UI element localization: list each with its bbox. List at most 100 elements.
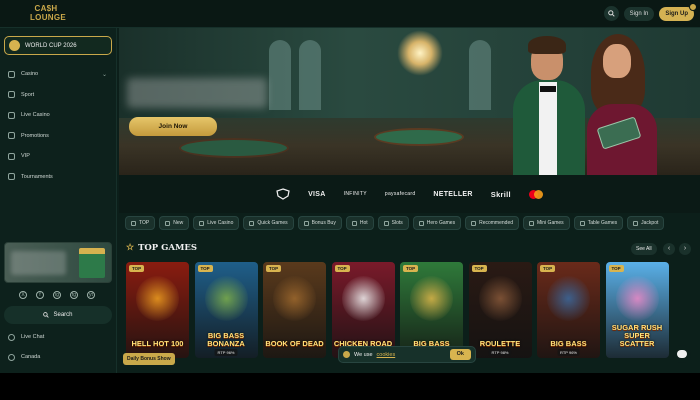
new-icon (165, 220, 171, 226)
gift-box-icon (79, 248, 105, 278)
top-badge: TOP (266, 265, 282, 272)
game-card[interactable]: TOPBIG BASSRTP 96% (537, 262, 600, 358)
sidebar-item-promotions[interactable]: Promotions (0, 126, 117, 147)
next-arrow-icon[interactable]: › (679, 243, 691, 255)
chip-quick-games[interactable]: Quick Games (243, 216, 294, 230)
sidebar-item-tournaments[interactable]: Tournaments (0, 167, 117, 188)
live-chat-link[interactable]: Live Chat (0, 330, 44, 344)
chat-icon (8, 333, 15, 341)
instagram-icon[interactable]: ig (53, 291, 61, 299)
game-artwork (547, 276, 590, 321)
sidebar-item-label: Live Casino (21, 112, 50, 119)
bonus-icon (303, 220, 309, 226)
sidebar-item-sport[interactable]: Sport (0, 85, 117, 106)
game-card[interactable]: TOP ROULETTE RTP 98% (468, 262, 532, 358)
slots-icon (383, 220, 389, 226)
game-title: BOOK OF DEAD (265, 339, 324, 348)
chip-label: Jackpot (641, 220, 659, 226)
country-selector[interactable]: Canada (0, 350, 40, 364)
casino-table-image (179, 138, 289, 158)
sidebar-promo-banner[interactable] (4, 242, 112, 283)
gift-icon (8, 132, 15, 140)
game-artwork (273, 276, 316, 321)
see-all-button[interactable]: See All (631, 243, 657, 255)
chip-label: Live Casino (207, 220, 234, 226)
chip-label: Recommended (479, 220, 513, 226)
facebook-icon[interactable]: f (36, 291, 44, 299)
game-card[interactable]: TOP BOOK OF DEAD (263, 262, 326, 358)
visa-logo: VISA (308, 190, 326, 198)
chip-label: Quick Games (257, 220, 288, 226)
chip-label: TOP (139, 220, 150, 226)
chip-hero-games[interactable]: Hero Games (412, 216, 462, 230)
logo-text-bottom: LOUNGE (30, 13, 67, 22)
logo-text-top: CA$H (34, 4, 58, 13)
chip-hot[interactable]: Hot (345, 216, 374, 230)
sidebar-item-vip[interactable]: VIP (0, 146, 117, 167)
sidebar-item-label: Casino (21, 71, 39, 78)
wifi-shield-icon (276, 188, 290, 200)
game-card[interactable]: TOP HELL HOT 100 (126, 262, 189, 358)
crown-icon (8, 152, 15, 160)
infinity-logo: INFINITY (343, 191, 367, 197)
cookies-link[interactable]: cookies (377, 352, 396, 358)
game-card[interactable]: TOP SUGAR RUSH SUPER SCATTER (605, 262, 669, 358)
chip-recommended[interactable]: Recommended (465, 216, 519, 230)
x-icon[interactable]: X (19, 291, 27, 299)
casino-logo[interactable]: CA$H LOUNGE (30, 4, 67, 24)
daily-bonus-show-label[interactable]: Daily Bonus Show (123, 353, 175, 365)
game-artwork (478, 276, 522, 321)
country-label: Canada (21, 354, 41, 360)
chip-bonus-buy[interactable]: Bonus Buy (297, 216, 342, 230)
skrill-logo: Skrill (490, 189, 511, 199)
chip-live-casino[interactable]: Live Casino (193, 216, 240, 230)
game-title: BIG BASS BONANZA (207, 331, 245, 348)
game-artwork (615, 276, 659, 321)
world-cup-button[interactable]: WORLD CUP 2026 (4, 36, 112, 55)
sign-up-button[interactable]: Sign Up (659, 2, 697, 21)
youtube-icon[interactable]: yt (87, 291, 95, 299)
chip-table-games[interactable]: Table Games (573, 216, 624, 230)
chip-label: Bonus Buy (311, 220, 336, 226)
live-icon (8, 111, 15, 119)
game-card[interactable]: TOP BIG BASS BONANZA RTP 96% (194, 262, 258, 358)
prev-arrow-icon[interactable]: ‹ (663, 243, 675, 255)
game-artwork (136, 276, 179, 321)
chat-bubble-icon[interactable] (673, 345, 691, 363)
top-badge: TOP (471, 265, 487, 272)
chip-jackpot[interactable]: Jackpot (627, 216, 665, 230)
thumbs-up-icon (471, 220, 477, 226)
chip-top[interactable]: TOP (125, 216, 156, 230)
sidebar-item-label: Promotions (21, 132, 49, 139)
cookie-ok-button[interactable]: Ok (449, 349, 471, 360)
game-card[interactable]: TOP CHICKEN ROAD (331, 262, 395, 358)
chip-new[interactable]: New (159, 216, 190, 230)
top-games-heading: ☆ TOP GAMES (126, 243, 197, 253)
hero-banner[interactable]: Join Now (119, 28, 700, 175)
cookie-text: We use (354, 351, 373, 358)
join-now-button[interactable]: Join Now (129, 117, 217, 136)
chip-slots[interactable]: Slots (377, 216, 409, 230)
game-artwork (410, 276, 453, 321)
telegram-icon[interactable]: tg (70, 291, 78, 299)
sidebar-item-casino[interactable]: Casino ⌄ (0, 64, 117, 85)
social-links: X f ig tg yt (19, 291, 95, 299)
chevron-down-icon[interactable]: ⌄ (102, 71, 107, 78)
search-icon[interactable] (603, 6, 619, 21)
live-icon (199, 220, 205, 226)
globe-icon (8, 353, 15, 361)
game-artwork (204, 276, 248, 321)
sidebar-item-label: Sport (21, 91, 35, 98)
category-chips: TOP New Live Casino Quick Games Bonus Bu… (125, 216, 665, 230)
cookie-icon (343, 351, 350, 358)
sign-in-button[interactable]: Sign In (623, 6, 655, 21)
chip-label: Table Games (587, 220, 618, 226)
sidebar-item-live-casino[interactable]: Live Casino (0, 105, 117, 126)
sidebar-search-button[interactable]: Search (4, 306, 112, 324)
chip-mini-games[interactable]: Mini Games (523, 216, 570, 230)
hero-window (299, 40, 321, 110)
cookie-banner: We use cookies Ok (338, 346, 476, 363)
game-card[interactable]: TOPBIG BASSRTP 96% (400, 262, 463, 358)
top-games-carousel: TOP HELL HOT 100 TOP BIG BASS BONANZA RTP 96… (126, 262, 700, 358)
chip-label: Slots (391, 220, 403, 226)
